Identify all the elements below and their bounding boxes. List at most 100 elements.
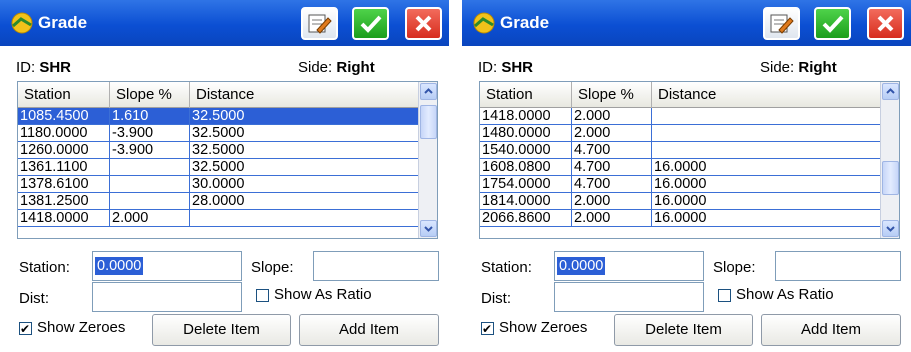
dist-input[interactable] [554,282,704,312]
distance-cell [652,125,881,142]
table-row[interactable]: 1260.0000 -3.900 32.5000 [18,142,419,159]
station-input[interactable]: 0.0000 [92,251,242,281]
station-cell: 1361.1100 [18,159,110,176]
slope-label: Slope: [713,259,756,276]
table-row[interactable]: 1378.6100 30.0000 [18,176,419,193]
dist-label: Dist: [19,290,49,307]
distance-cell [652,142,881,159]
table-header: Station Slope % Distance [18,82,419,108]
table-row[interactable]: 1608.0800 4.700 16.0000 [480,159,881,176]
chevron-down-icon [424,226,433,232]
table-row[interactable]: 2066.8600 2.000 16.0000 [480,210,881,227]
distance-cell: 30.0000 [190,176,419,193]
show-zeroes-checkbox[interactable]: ✔ [481,322,494,335]
delete-item-button[interactable]: Delete Item [152,314,291,346]
table-body: 1085.4500 1.610 32.5000 1180.0000 -3.900 32.5… [18,108,419,227]
table-row[interactable]: 1381.2500 28.0000 [18,193,419,210]
scroll-thumb[interactable] [420,105,437,140]
station-cell: 1814.0000 [480,193,572,210]
slope-cell: 1.610 [110,108,190,125]
station-value: 0.0000 [95,257,144,275]
close-icon [877,15,894,32]
station-input[interactable]: 0.0000 [554,251,704,281]
slope-input[interactable] [313,251,439,281]
ok-button[interactable] [814,7,851,40]
checkbox-mark: ✔ [20,322,31,336]
show-zeroes-checkbox[interactable]: ✔ [19,322,32,335]
vertical-scrollbar[interactable] [418,82,437,238]
checkbox-mark: ✔ [482,322,493,336]
id-label: ID: [16,59,36,76]
station-cell: 1754.0000 [480,176,572,193]
column-header-distance[interactable]: Distance [652,82,881,108]
table-header: Station Slope % Distance [480,82,881,108]
table-row[interactable]: 1814.0000 2.000 16.0000 [480,193,881,210]
grade-dialog-right: Grade ID: SHR Side: Right Station Slope … [462,0,911,352]
side-display: Side: Right [298,59,375,76]
slope-input[interactable] [775,251,901,281]
slope-label: Slope: [251,259,294,276]
distance-cell: 32.5000 [190,159,419,176]
add-item-button[interactable]: Add Item [299,314,439,346]
station-cell: 1085.4500 [18,108,110,125]
column-header-station[interactable]: Station [480,82,572,108]
table-row[interactable]: 1480.0000 2.000 [480,125,881,142]
grade-app-icon [473,12,495,34]
side-label: Side: [760,59,795,76]
table-row[interactable]: 1418.0000 2.000 [18,210,419,227]
side-label: Side: [298,59,333,76]
column-header-slope[interactable]: Slope % [110,82,190,108]
table-row[interactable]: 1418.0000 2.000 [480,108,881,125]
table-row[interactable]: 1754.0000 4.700 16.0000 [480,176,881,193]
chevron-down-icon [886,226,895,232]
scroll-down-button[interactable] [420,220,437,237]
side-value: Right [798,59,837,76]
slope-cell: 4.700 [572,176,652,193]
table-row[interactable]: 1540.0000 4.700 [480,142,881,159]
vertical-scrollbar[interactable] [880,82,899,238]
edit-button[interactable] [763,7,800,40]
station-cell: 1378.6100 [18,176,110,193]
slope-cell [110,193,190,210]
slope-cell: 4.700 [572,142,652,159]
show-as-ratio-checkbox[interactable] [256,289,269,302]
table-row[interactable]: 1085.4500 1.610 32.5000 [18,108,419,125]
scroll-up-button[interactable] [882,83,899,100]
checkmark-icon [360,15,382,33]
column-header-slope[interactable]: Slope % [572,82,652,108]
grade-table[interactable]: Station Slope % Distance 1085.4500 1.610 3… [17,81,438,239]
checkmark-icon [822,15,844,33]
distance-cell [190,210,419,227]
station-label: Station: [19,259,70,276]
edit-icon [770,14,794,34]
slope-cell: -3.900 [110,142,190,159]
close-button[interactable] [867,7,904,40]
show-as-ratio-checkbox[interactable] [718,289,731,302]
show-zeroes-label[interactable]: Show Zeroes [37,319,125,336]
table-row[interactable]: 1180.0000 -3.900 32.5000 [18,125,419,142]
chevron-up-icon [886,88,895,94]
ok-button[interactable] [352,7,389,40]
side-value: Right [336,59,375,76]
show-as-ratio-label[interactable]: Show As Ratio [736,286,834,303]
column-header-distance[interactable]: Distance [190,82,419,108]
delete-item-button[interactable]: Delete Item [614,314,753,346]
show-zeroes-label[interactable]: Show Zeroes [499,319,587,336]
station-cell: 1180.0000 [18,125,110,142]
scroll-down-button[interactable] [882,220,899,237]
slope-cell: 2.000 [572,125,652,142]
slope-cell [110,176,190,193]
scroll-up-button[interactable] [420,83,437,100]
distance-cell: 16.0000 [652,193,881,210]
dist-input[interactable] [92,282,242,312]
station-cell: 1480.0000 [480,125,572,142]
add-item-button[interactable]: Add Item [761,314,901,346]
edit-button[interactable] [301,7,338,40]
grade-table[interactable]: Station Slope % Distance 1418.0000 2.000 1… [479,81,900,239]
station-cell: 1381.2500 [18,193,110,210]
column-header-station[interactable]: Station [18,82,110,108]
show-as-ratio-label[interactable]: Show As Ratio [274,286,372,303]
scroll-thumb[interactable] [882,161,899,196]
close-button[interactable] [405,7,442,40]
table-row[interactable]: 1361.1100 32.5000 [18,159,419,176]
